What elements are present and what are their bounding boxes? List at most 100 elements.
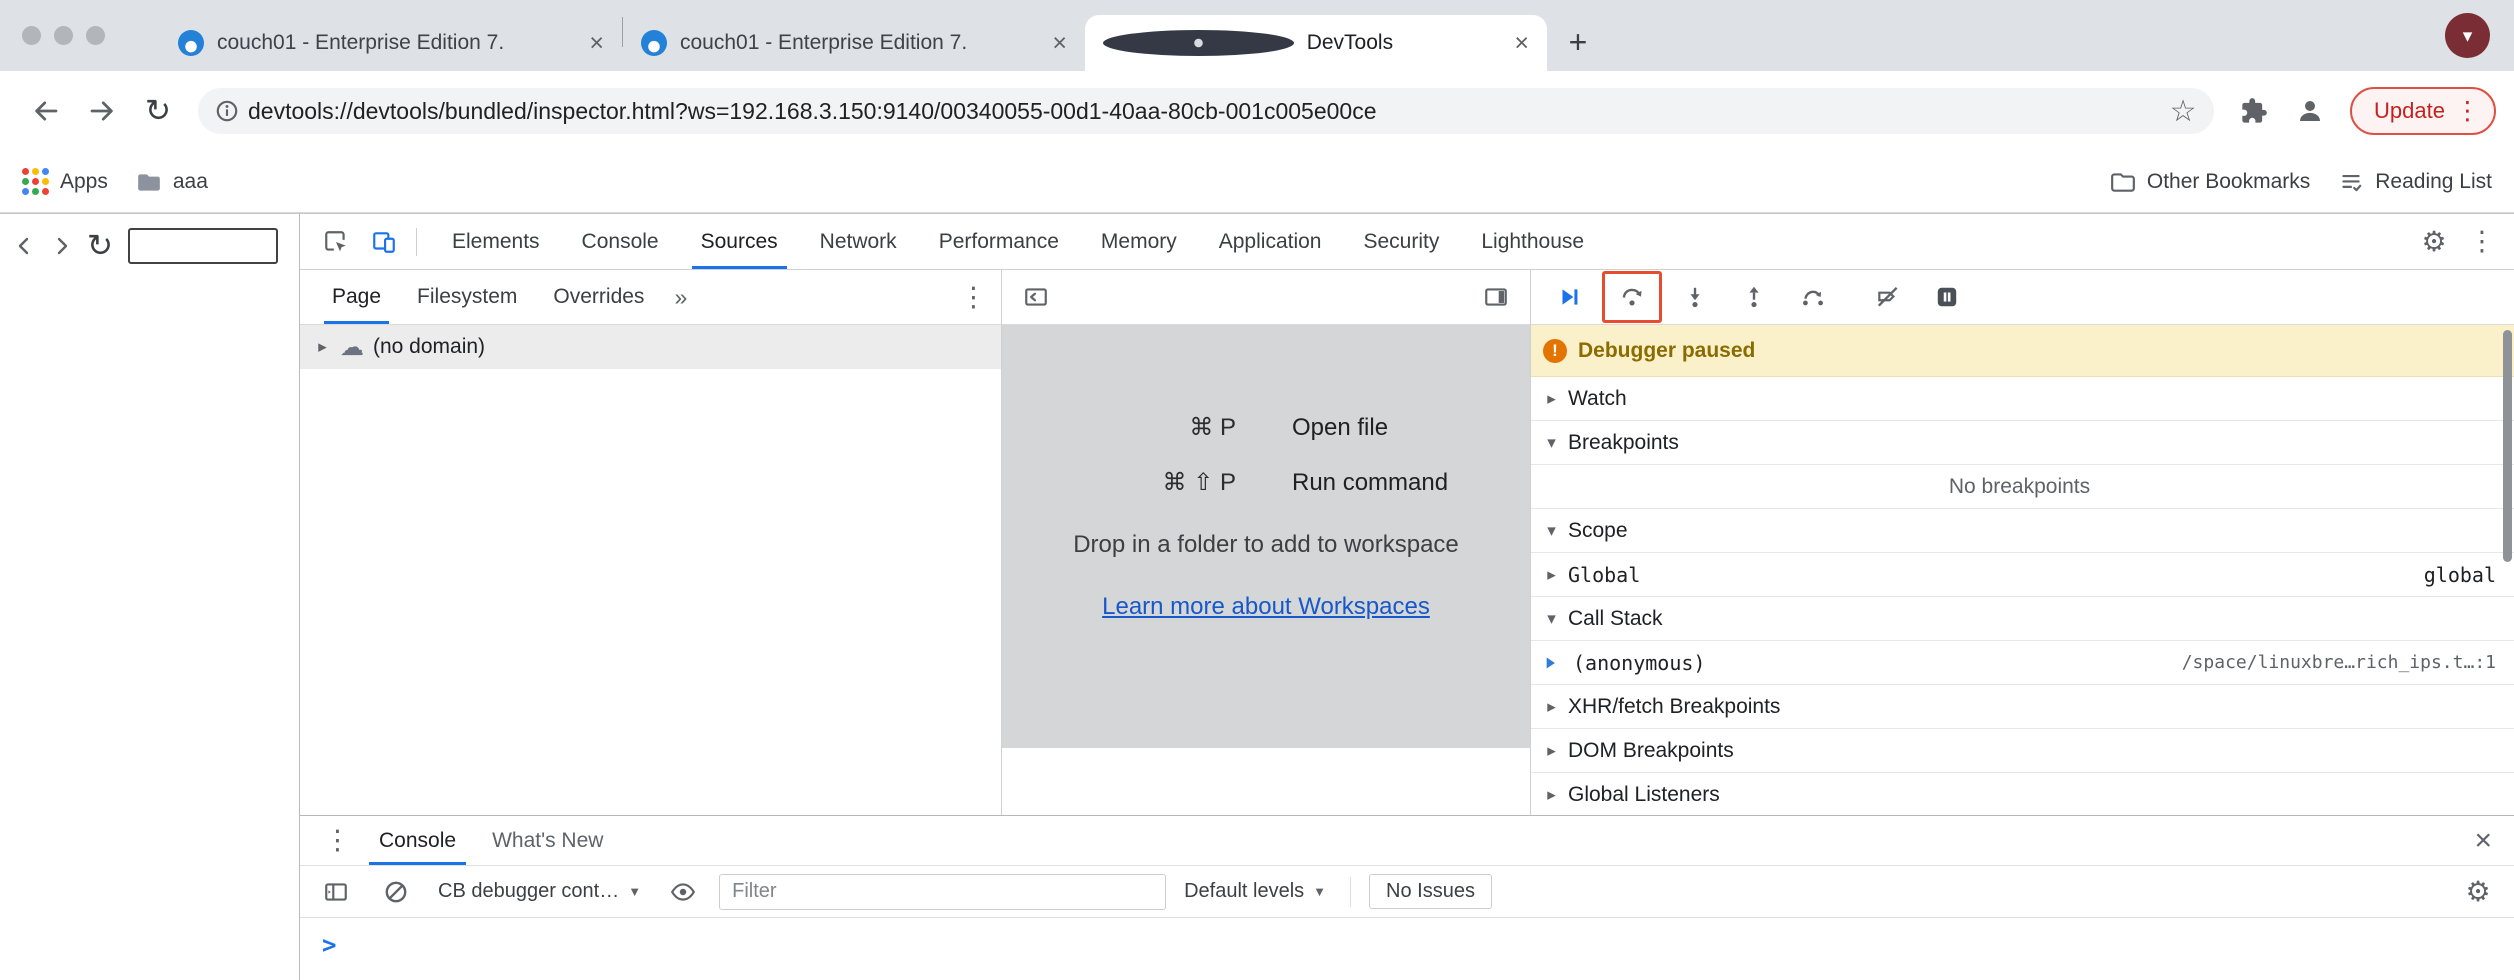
forward-button[interactable] (74, 83, 130, 139)
tab-application[interactable]: Application (1198, 214, 1343, 269)
step-into-button[interactable] (1669, 275, 1721, 319)
navigation-toolbar: ↻ devtools://devtools/bundled/inspector.… (0, 71, 2514, 151)
other-bookmarks-button[interactable]: Other Bookmarks (2110, 169, 2310, 195)
star-icon: ☆ (2170, 94, 2197, 129)
close-drawer-button[interactable]: × (2466, 816, 2500, 865)
profile-avatar-button[interactable] (2282, 83, 2338, 139)
reload-button[interactable]: ↻ (130, 83, 186, 139)
tab-security[interactable]: Security (1342, 214, 1460, 269)
deactivate-breakpoints-icon (1875, 284, 1901, 310)
tab-page[interactable]: Page (314, 270, 399, 324)
reading-list-button[interactable]: Reading List (2338, 169, 2492, 195)
shortcut-run-command: ⌘ ⇧ P Run command (1002, 468, 1530, 497)
devtools-settings-button[interactable]: ⚙ (2410, 220, 2458, 264)
frame-name: (anonymous) (1573, 651, 1705, 675)
browser-tab-couch01-2[interactable]: couch01 - Enterprise Edition 7. × (623, 15, 1085, 71)
tab-filesystem[interactable]: Filesystem (399, 270, 535, 324)
tab-sources[interactable]: Sources (680, 214, 799, 269)
frame-location[interactable]: /space/linuxbre…rich_ips.t…:1 (2182, 652, 2496, 673)
apps-shortcut[interactable]: Apps (22, 168, 108, 195)
section-label: Global Listeners (1568, 783, 1720, 807)
step-out-button[interactable] (1728, 275, 1780, 319)
bookmark-star-button[interactable]: ☆ (2162, 90, 2204, 132)
update-button[interactable]: Update ⋮ (2350, 87, 2496, 135)
section-xhr-breakpoints[interactable]: ▸ XHR/fetch Breakpoints (1531, 685, 2514, 729)
drawer-tab-whats-new[interactable]: What's New (474, 816, 621, 865)
console-context-selector[interactable]: CB debugger cont… ▼ (432, 880, 647, 903)
console-prompt-row[interactable]: > (300, 918, 2514, 980)
site-info-button[interactable] (206, 90, 248, 132)
clear-console-button[interactable] (372, 870, 420, 914)
expand-arrow-icon[interactable]: ▸ (1543, 389, 1560, 409)
collapse-arrow-icon[interactable]: ▾ (1543, 521, 1560, 541)
section-breakpoints[interactable]: ▾ Breakpoints (1531, 421, 2514, 465)
expand-arrow-icon[interactable]: ▸ (1543, 565, 1560, 585)
sidebar-menu-button[interactable]: ⋮ (960, 270, 987, 324)
drawer-menu-button[interactable]: ⋮ (314, 816, 361, 865)
inspect-element-button[interactable] (312, 220, 360, 264)
tab-performance[interactable]: Performance (918, 214, 1080, 269)
expand-arrow-icon[interactable]: ▸ (314, 337, 331, 357)
browser-tab-couch01-1[interactable]: couch01 - Enterprise Edition 7. × (160, 15, 622, 71)
new-tab-button[interactable]: + (1555, 19, 1601, 65)
pane-back-button[interactable] (10, 232, 38, 260)
expand-arrow-icon[interactable]: ▸ (1543, 741, 1560, 761)
show-right-panel-button[interactable] (1472, 275, 1520, 319)
drawer-tab-console[interactable]: Console (361, 816, 474, 865)
deactivate-breakpoints-button[interactable] (1862, 275, 1914, 319)
section-scope[interactable]: ▾ Scope (1531, 509, 2514, 553)
tab-elements[interactable]: Elements (431, 214, 561, 269)
extensions-button[interactable] (2226, 83, 2282, 139)
window-close-button[interactable] (22, 26, 41, 45)
tab-close-icon[interactable]: × (1510, 31, 1533, 56)
window-zoom-button[interactable] (86, 26, 105, 45)
pane-reload-button[interactable]: ↻ (86, 232, 114, 260)
console-settings-button[interactable]: ⚙ (2454, 870, 2502, 914)
section-label: XHR/fetch Breakpoints (1568, 695, 1780, 719)
browser-menu-kebab-icon[interactable]: ⋮ (2451, 96, 2484, 126)
learn-more-workspaces-link[interactable]: Learn more about Workspaces (1002, 593, 1530, 621)
left-pane-address-input[interactable] (128, 228, 278, 264)
call-stack-frame-row[interactable]: (anonymous) /space/linuxbre…rich_ips.t…:… (1531, 641, 2514, 685)
tab-memory[interactable]: Memory (1080, 214, 1198, 269)
collapse-arrow-icon[interactable]: ▾ (1543, 433, 1560, 453)
console-sidebar-toggle-button[interactable] (312, 870, 360, 914)
live-expression-eye-button[interactable] (659, 870, 707, 914)
section-global-listeners[interactable]: ▸ Global Listeners (1531, 773, 2514, 815)
tab-label: Sources (701, 230, 778, 254)
more-tabs-button[interactable]: » (662, 270, 699, 324)
collapse-sidebar-button[interactable] (1012, 275, 1060, 319)
window-minimize-button[interactable] (54, 26, 73, 45)
tab-close-icon[interactable]: × (585, 31, 608, 56)
back-button[interactable] (18, 83, 74, 139)
tab-lighthouse[interactable]: Lighthouse (1460, 214, 1605, 269)
section-call-stack[interactable]: ▾ Call Stack (1531, 597, 2514, 641)
pause-on-exceptions-button[interactable] (1921, 275, 1973, 319)
tree-item-no-domain[interactable]: ▸ ☁ (no domain) (300, 325, 1001, 369)
resume-script-button[interactable] (1543, 275, 1595, 319)
puzzle-icon (2240, 97, 2268, 125)
browser-tab-devtools[interactable]: DevTools × (1085, 15, 1547, 71)
collapse-arrow-icon[interactable]: ▾ (1543, 609, 1560, 629)
tab-network[interactable]: Network (799, 214, 918, 269)
step-button[interactable] (1787, 275, 1839, 319)
step-over-button[interactable] (1606, 275, 1658, 319)
scope-global-row[interactable]: ▸ Global global (1531, 553, 2514, 597)
tab-overrides[interactable]: Overrides (535, 270, 662, 324)
bookmark-folder-aaa[interactable]: aaa (136, 169, 208, 195)
profile-update-badge[interactable]: ▾ (2445, 13, 2490, 58)
pane-forward-button[interactable] (48, 232, 76, 260)
no-issues-button[interactable]: No Issues (1369, 874, 1492, 909)
expand-arrow-icon[interactable]: ▸ (1543, 785, 1560, 805)
address-bar[interactable]: devtools://devtools/bundled/inspector.ht… (198, 88, 2214, 134)
tab-console[interactable]: Console (561, 214, 680, 269)
scrollbar-thumb[interactable] (2503, 330, 2512, 562)
devtools-menu-button[interactable]: ⋮ (2458, 220, 2506, 264)
device-toolbar-button[interactable] (360, 220, 408, 264)
console-filter-input[interactable] (719, 874, 1166, 910)
log-levels-selector[interactable]: Default levels ▼ (1178, 880, 1332, 903)
expand-arrow-icon[interactable]: ▸ (1543, 697, 1560, 717)
tab-close-icon[interactable]: × (1048, 31, 1071, 56)
section-dom-breakpoints[interactable]: ▸ DOM Breakpoints (1531, 729, 2514, 773)
section-watch[interactable]: ▸ Watch (1531, 377, 2514, 421)
